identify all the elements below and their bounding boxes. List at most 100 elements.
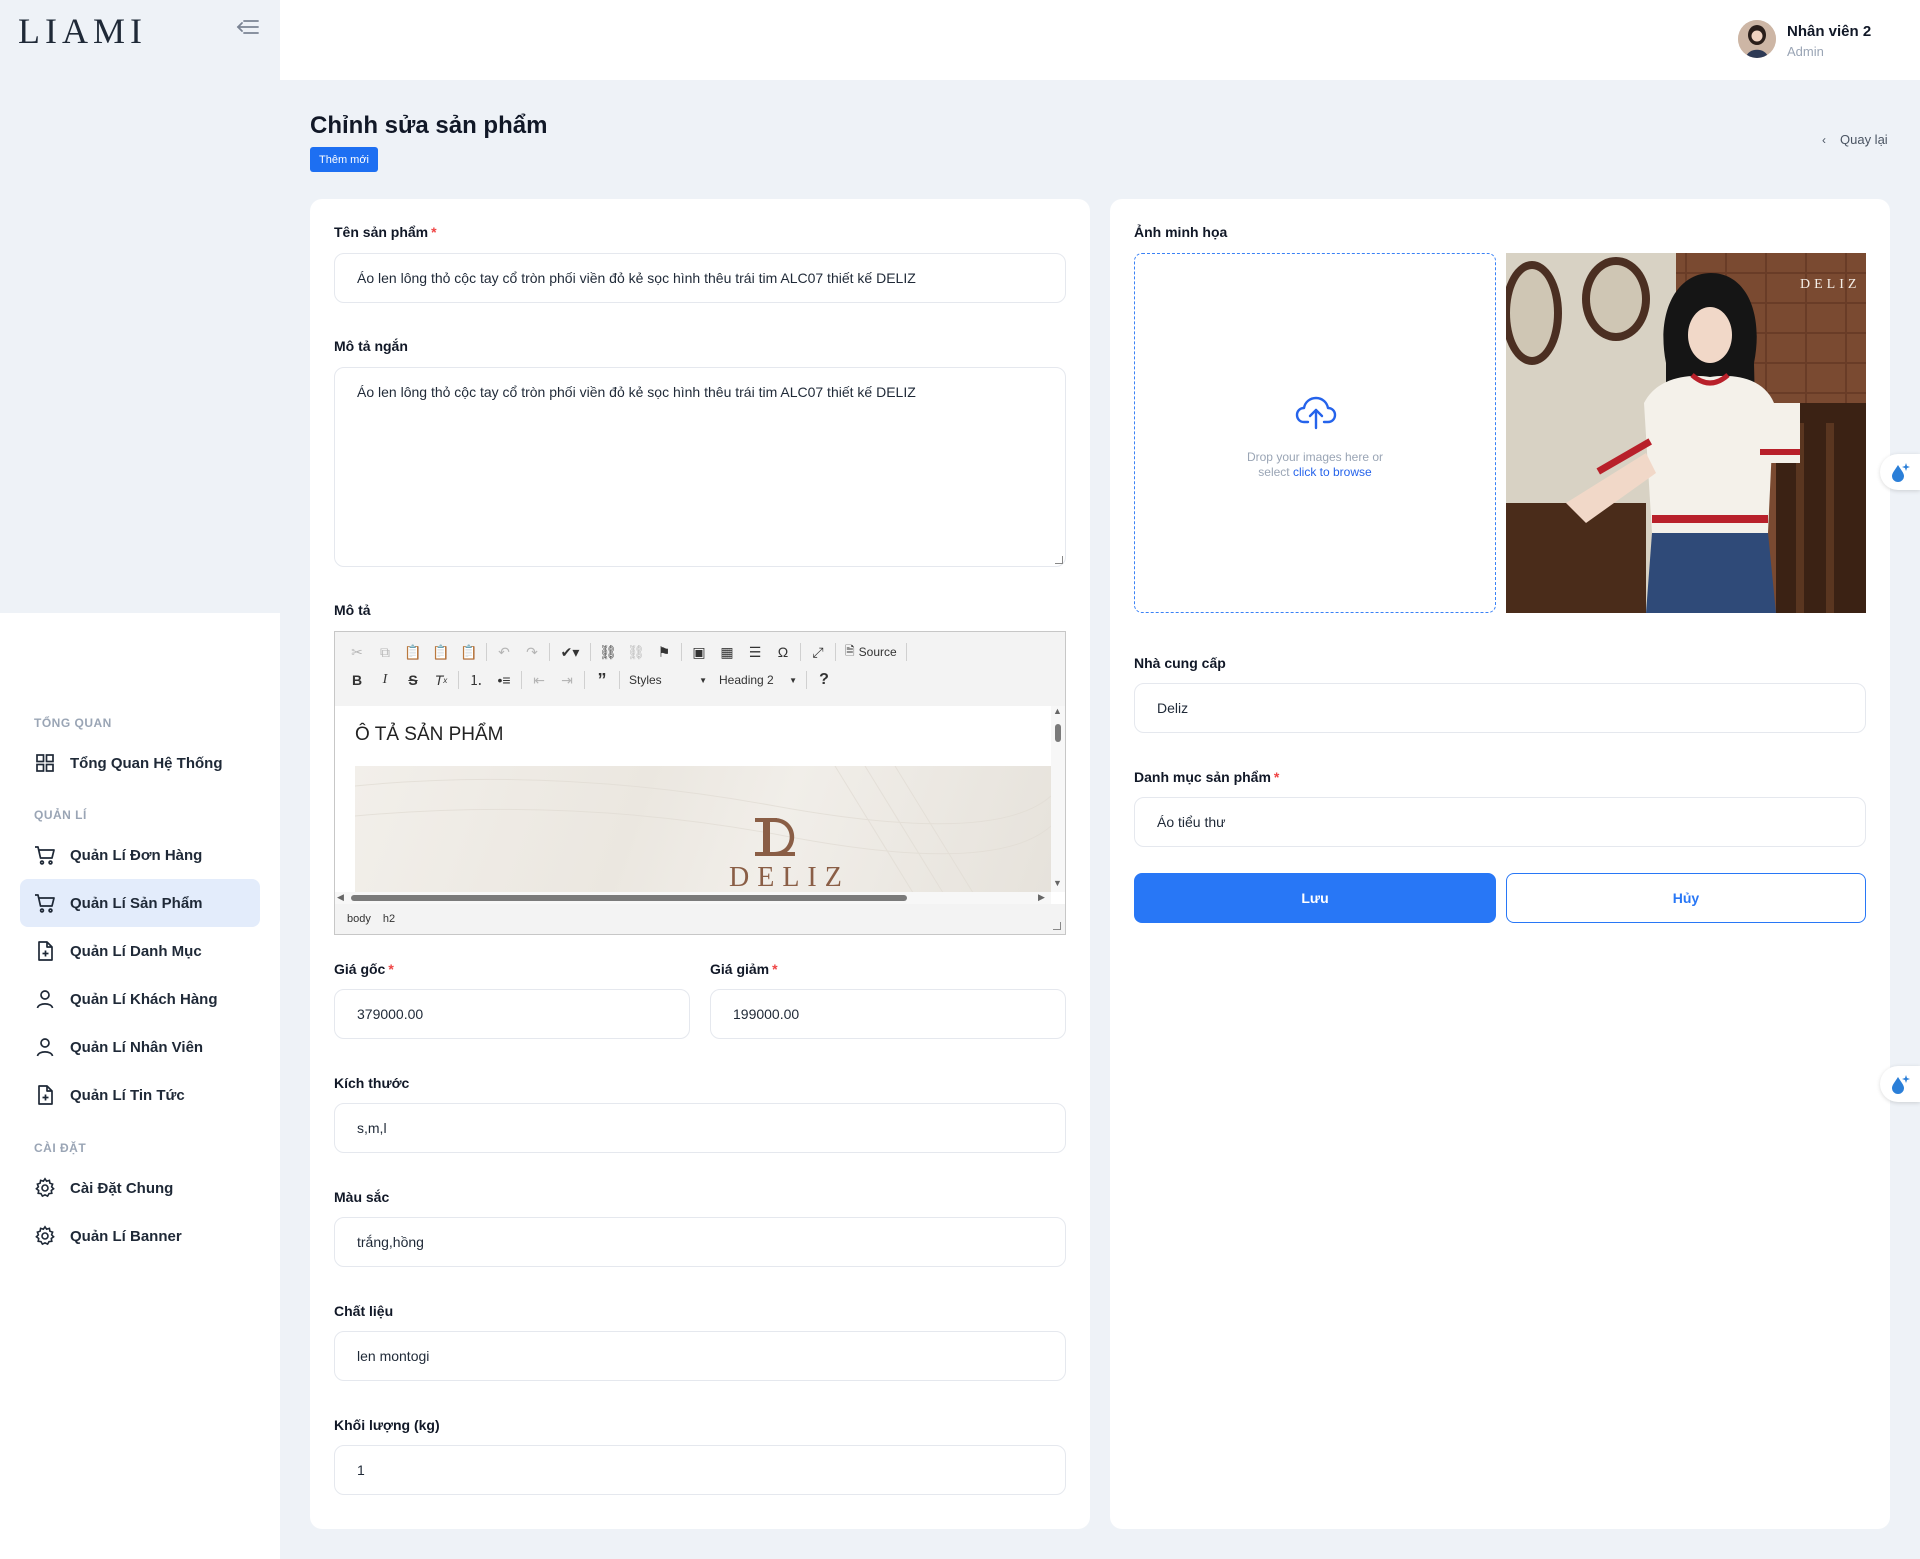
scroll-up-arrow-icon[interactable]: ▲ xyxy=(1053,706,1062,716)
link-icon[interactable]: ⛓ xyxy=(594,640,622,664)
size-label: Kích thước xyxy=(334,1075,410,1091)
paste-icon[interactable]: 📋 xyxy=(399,640,427,664)
table-icon[interactable]: ▦ xyxy=(713,640,741,664)
blockquote-icon[interactable]: ” xyxy=(588,668,616,692)
sidebar-item-label: Quản Lí Tin Tức xyxy=(70,1086,185,1104)
material-input[interactable]: len montogi xyxy=(334,1331,1066,1381)
sidebar-nav: TỔNG QUAN Tổng Quan Hệ Thống QUẢN LÍ Quả… xyxy=(0,613,280,1559)
save-button[interactable]: Lưu xyxy=(1134,873,1496,923)
sidebar-item-banner[interactable]: Quản Lí Banner xyxy=(20,1212,260,1260)
source-icon: 🗎 xyxy=(845,643,855,658)
horizontal-rule-icon[interactable]: ☰ xyxy=(741,640,769,664)
sale-price-label: Giá giảm * xyxy=(710,961,778,977)
scroll-right-arrow-icon[interactable]: ▶ xyxy=(1038,892,1045,903)
outdent-icon[interactable]: ⇤ xyxy=(525,668,553,692)
sale-price-input[interactable]: 199000.00 xyxy=(710,989,1066,1039)
remove-format-icon[interactable]: Tx xyxy=(427,668,455,692)
sidebar-item-categories[interactable]: Quản Lí Danh Mục xyxy=(20,927,260,975)
sidebar-item-staff[interactable]: Quản Lí Nhân Viên xyxy=(20,1023,260,1071)
resize-handle[interactable] xyxy=(1055,556,1063,564)
caret-down-icon: ▼ xyxy=(789,675,797,685)
cart-icon xyxy=(35,846,55,865)
toolbar-separator xyxy=(549,643,550,661)
avatar[interactable] xyxy=(1738,20,1776,58)
file-plus-icon xyxy=(38,941,53,961)
product-image-preview[interactable]: DELIZ xyxy=(1506,253,1866,613)
droplet-sparkle-icon xyxy=(1892,463,1910,482)
product-form-card: Tên sản phẩm * Áo len lông thỏ cộc tay cổ… xyxy=(310,199,1090,1529)
editor-toolbar-row-2: B I S Tx ⒈ •≡ ⇤ ⇥ ” Styles ▼ Heading 2 ▼ ? xyxy=(343,666,838,694)
sidebar-item-dashboard[interactable]: Tổng Quan Hệ Thống xyxy=(20,739,260,787)
sidebar-item-customers[interactable]: Quản Lí Khách Hàng xyxy=(20,975,260,1023)
paste-text-icon[interactable]: 📋 xyxy=(427,640,455,664)
weight-input[interactable]: 1 xyxy=(334,1445,1066,1495)
special-char-icon[interactable]: Ω xyxy=(769,640,797,664)
size-input[interactable]: s,m,l xyxy=(334,1103,1066,1153)
editor-content-area[interactable]: Ô TẢ SẢN PHẨM DELIZ ▲ ▼ ◀ ▶ xyxy=(335,706,1065,904)
bold-icon[interactable]: B xyxy=(343,668,371,692)
maximize-icon[interactable]: ⤢ xyxy=(804,640,832,664)
bulleted-list-icon[interactable]: •≡ xyxy=(490,668,518,692)
cloud-upload-icon xyxy=(1295,396,1337,430)
short-desc-textarea[interactable]: Áo len lông thỏ cộc tay cổ tròn phối viề… xyxy=(334,367,1066,567)
color-label: Màu sắc xyxy=(334,1189,390,1205)
spellcheck-icon[interactable]: ✔▾ xyxy=(553,640,587,664)
sidebar-item-label: Quản Lí Khách Hàng xyxy=(70,990,218,1008)
anchor-flag-icon[interactable]: ⚑ xyxy=(650,640,678,664)
sidebar-item-label: Quản Lí Banner xyxy=(70,1227,182,1245)
numbered-list-icon[interactable]: ⒈ xyxy=(462,668,490,692)
cut-icon[interactable]: ✂ xyxy=(343,640,371,664)
help-icon[interactable]: ? xyxy=(810,668,838,692)
format-dropdown[interactable]: Heading 2 ▼ xyxy=(713,669,803,691)
supplier-input[interactable]: Deliz xyxy=(1134,683,1866,733)
cart-icon xyxy=(35,894,55,913)
sidebar-item-products[interactable]: Quản Lí Sản Phẩm xyxy=(20,879,260,927)
source-button[interactable]: 🗎 Source xyxy=(839,640,903,664)
undo-icon[interactable]: ↶ xyxy=(490,640,518,664)
toolbar-separator xyxy=(800,643,801,661)
category-select[interactable]: Áo tiểu thư xyxy=(1134,797,1866,847)
scroll-left-arrow-icon[interactable]: ◀ xyxy=(337,892,344,903)
cancel-button[interactable]: Hủy xyxy=(1506,873,1866,923)
weight-label: Khối lượng (kg) xyxy=(334,1417,440,1433)
user-role: Admin xyxy=(1787,44,1824,59)
scroll-down-arrow-icon[interactable]: ▼ xyxy=(1053,878,1062,888)
add-new-button[interactable]: Thêm mới xyxy=(310,147,378,172)
styles-dropdown[interactable]: Styles ▼ xyxy=(623,669,713,691)
price-input[interactable]: 379000.00 xyxy=(334,989,690,1039)
path-body[interactable]: body xyxy=(347,913,371,925)
menu-collapse-icon[interactable] xyxy=(234,16,260,38)
sidebar-item-orders[interactable]: Quản Lí Đơn Hàng xyxy=(20,831,260,879)
scroll-thumb[interactable] xyxy=(1055,724,1061,742)
paste-word-icon[interactable]: 📋 xyxy=(455,640,483,664)
material-label: Chất liệu xyxy=(334,1303,394,1319)
page-title: Chỉnh sửa sản phẩm xyxy=(310,112,548,139)
floating-assistant-button[interactable] xyxy=(1880,1066,1920,1102)
browse-link[interactable]: click to browse xyxy=(1293,465,1372,479)
color-input[interactable]: trắng,hồng xyxy=(334,1217,1066,1267)
sidebar-item-news[interactable]: Quản Lí Tin Tức xyxy=(20,1071,260,1119)
floating-assistant-button[interactable] xyxy=(1880,454,1920,490)
indent-icon[interactable]: ⇥ xyxy=(553,668,581,692)
user-name[interactable]: Nhân viên 2 xyxy=(1787,23,1871,40)
sidebar-item-label: Quản Lí Đơn Hàng xyxy=(70,846,203,864)
toolbar-separator xyxy=(806,671,807,689)
product-name-label: Tên sản phẩm * xyxy=(334,224,437,240)
back-link[interactable]: ‹ Quay lại xyxy=(1822,132,1888,147)
editor-horizontal-scrollbar[interactable]: ◀ ▶ xyxy=(335,892,1051,904)
italic-icon[interactable]: I xyxy=(371,668,399,692)
editor-vertical-scrollbar[interactable]: ▲ ▼ xyxy=(1051,706,1065,892)
editor-resize-handle[interactable] xyxy=(1053,922,1061,930)
image-dropzone[interactable]: Drop your images here or select click to… xyxy=(1134,253,1496,613)
strikethrough-icon[interactable]: S xyxy=(399,668,427,692)
logo[interactable]: LIAMI xyxy=(18,10,147,52)
image-icon[interactable]: ▣ xyxy=(685,640,713,664)
unlink-icon[interactable]: ⛓ xyxy=(622,640,650,664)
path-h2[interactable]: h2 xyxy=(383,913,395,925)
redo-icon[interactable]: ↷ xyxy=(518,640,546,664)
scroll-thumb[interactable] xyxy=(351,895,907,901)
copy-icon[interactable]: ⧉ xyxy=(371,640,399,664)
droplet-sparkle-icon xyxy=(1892,1075,1910,1094)
sidebar-item-general-settings[interactable]: Cài Đặt Chung xyxy=(20,1164,260,1212)
product-name-input[interactable]: Áo len lông thỏ cộc tay cổ tròn phối viề… xyxy=(334,253,1066,303)
